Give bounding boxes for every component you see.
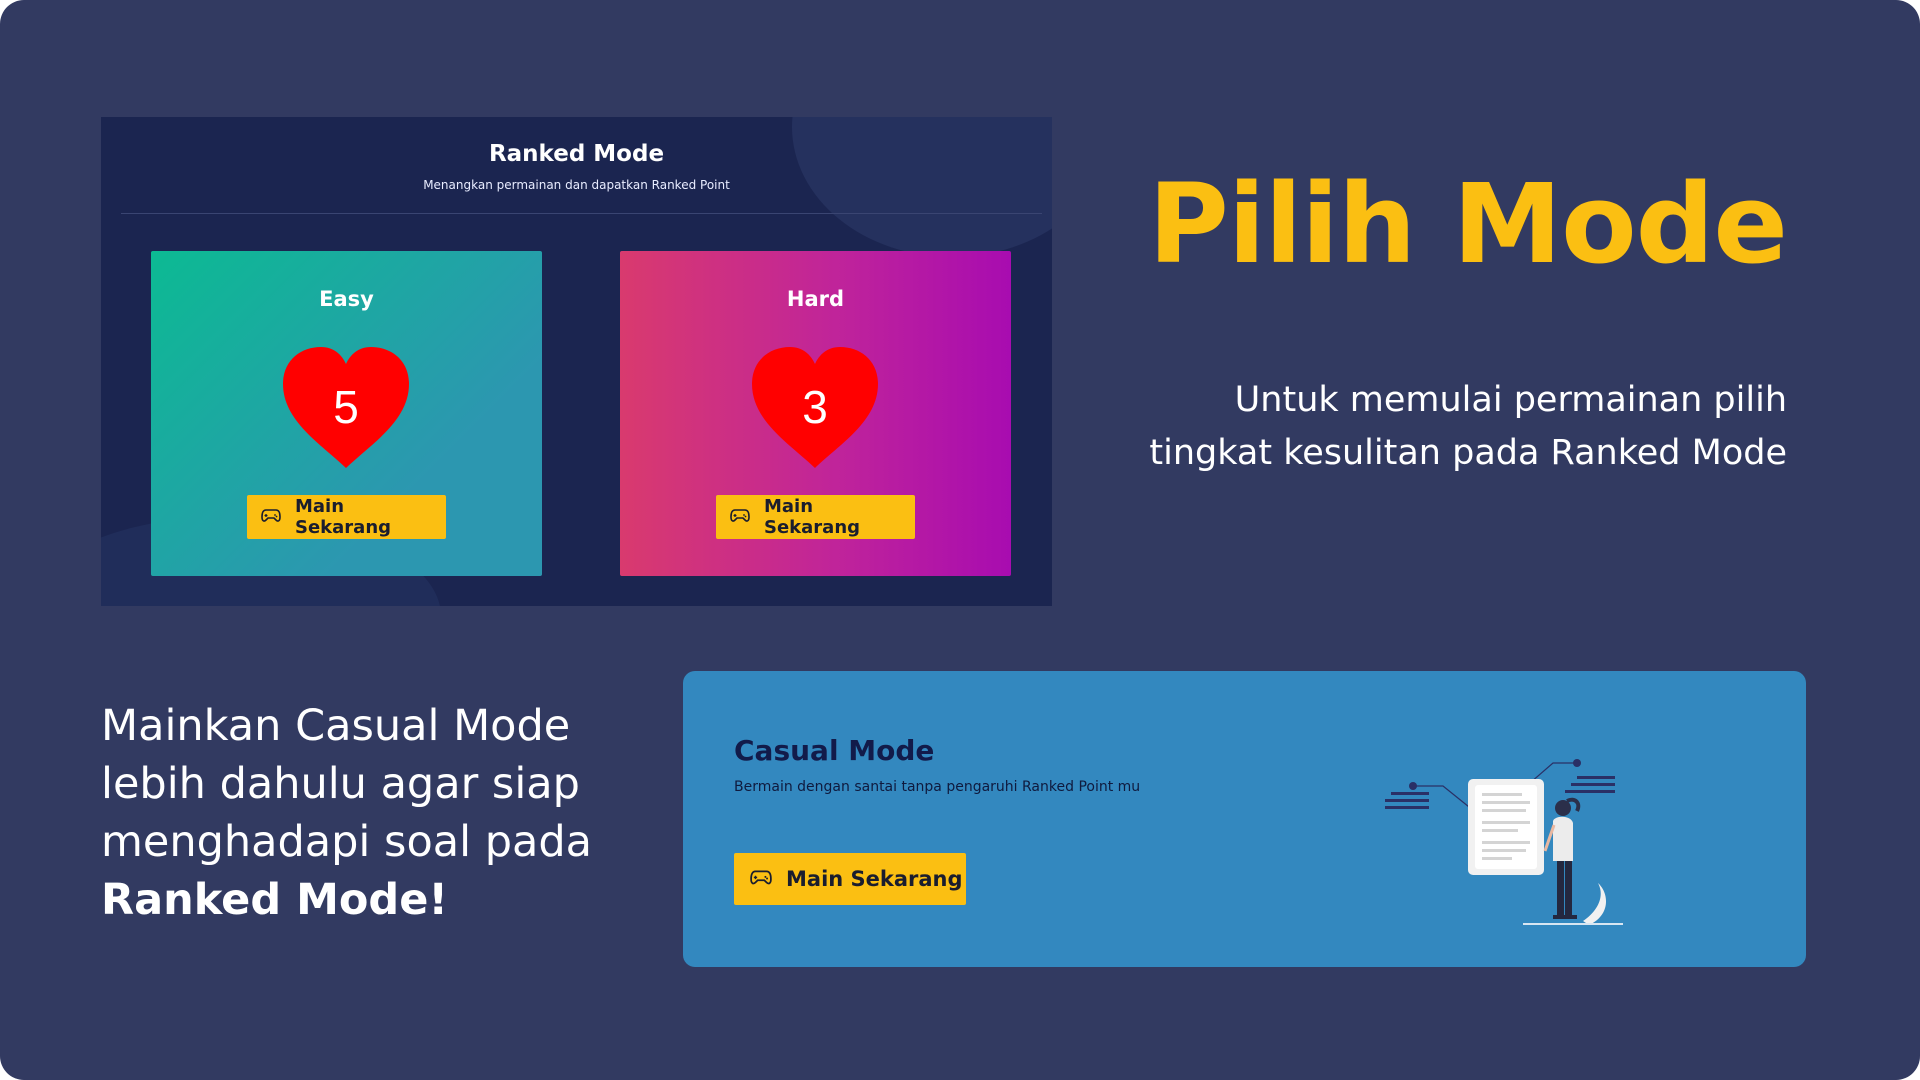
ranked-mode-subtitle: Menangkan permainan dan dapatkan Ranked … — [423, 178, 730, 192]
heart-icon: 5 — [281, 346, 411, 470]
woman-reading-document-illustration — [1385, 759, 1623, 925]
ranked-mode-title: Ranked Mode — [488, 141, 665, 167]
easy-play-button[interactable]: Main Sekarang — [247, 495, 446, 539]
easy-lives-count: 5 — [333, 381, 359, 433]
hard-lives-count: 3 — [802, 381, 828, 433]
easy-mode-card[interactable]: Easy 5 Main Sekarang — [151, 251, 542, 576]
gamepad-icon — [261, 507, 281, 528]
headline-description-line: tingkat kesulitan pada Ranked Mode — [1149, 433, 1787, 473]
casual-promo-text: Mainkan Casual Mode lebih dahulu agar si… — [101, 697, 661, 929]
promo-line: menghadapi soal pada — [101, 817, 593, 867]
casual-play-button-label: Main Sekarang — [786, 867, 963, 891]
hard-mode-label: Hard — [786, 287, 845, 311]
easy-play-button-label: Main Sekarang — [295, 496, 392, 538]
promo-line: lebih dahulu agar siap — [101, 759, 580, 809]
hard-play-button[interactable]: Main Sekarang — [716, 495, 915, 539]
promo-line: Mainkan Casual Mode — [101, 701, 571, 751]
divider — [121, 213, 1042, 214]
page-headline: Pilih Mode — [1148, 160, 1788, 288]
slide: Ranked Mode Menangkan permainan dan dapa… — [0, 0, 1920, 1080]
casual-mode-panel: Casual Mode Bermain dengan santai tanpa … — [683, 671, 1806, 967]
headline-description: Untuk memulai permainan pilih tingkat ke… — [1067, 374, 1787, 480]
headline-description-line: Untuk memulai permainan pilih — [1234, 380, 1787, 420]
casual-mode-title: Casual Mode — [734, 734, 935, 767]
ranked-mode-panel: Ranked Mode Menangkan permainan dan dapa… — [101, 117, 1052, 606]
hard-play-button-label: Main Sekarang — [764, 496, 861, 538]
hard-mode-card[interactable]: Hard 3 Main Sekarang — [620, 251, 1011, 576]
casual-play-button[interactable]: Main Sekarang — [734, 853, 966, 905]
easy-mode-label: Easy — [319, 287, 374, 311]
casual-mode-subtitle: Bermain dengan santai tanpa pengaruhi Ra… — [734, 779, 1141, 795]
heart-icon: 3 — [750, 346, 880, 470]
promo-emphasis: Ranked Mode! — [101, 875, 448, 925]
gamepad-icon — [730, 507, 750, 528]
gamepad-icon — [750, 867, 772, 891]
